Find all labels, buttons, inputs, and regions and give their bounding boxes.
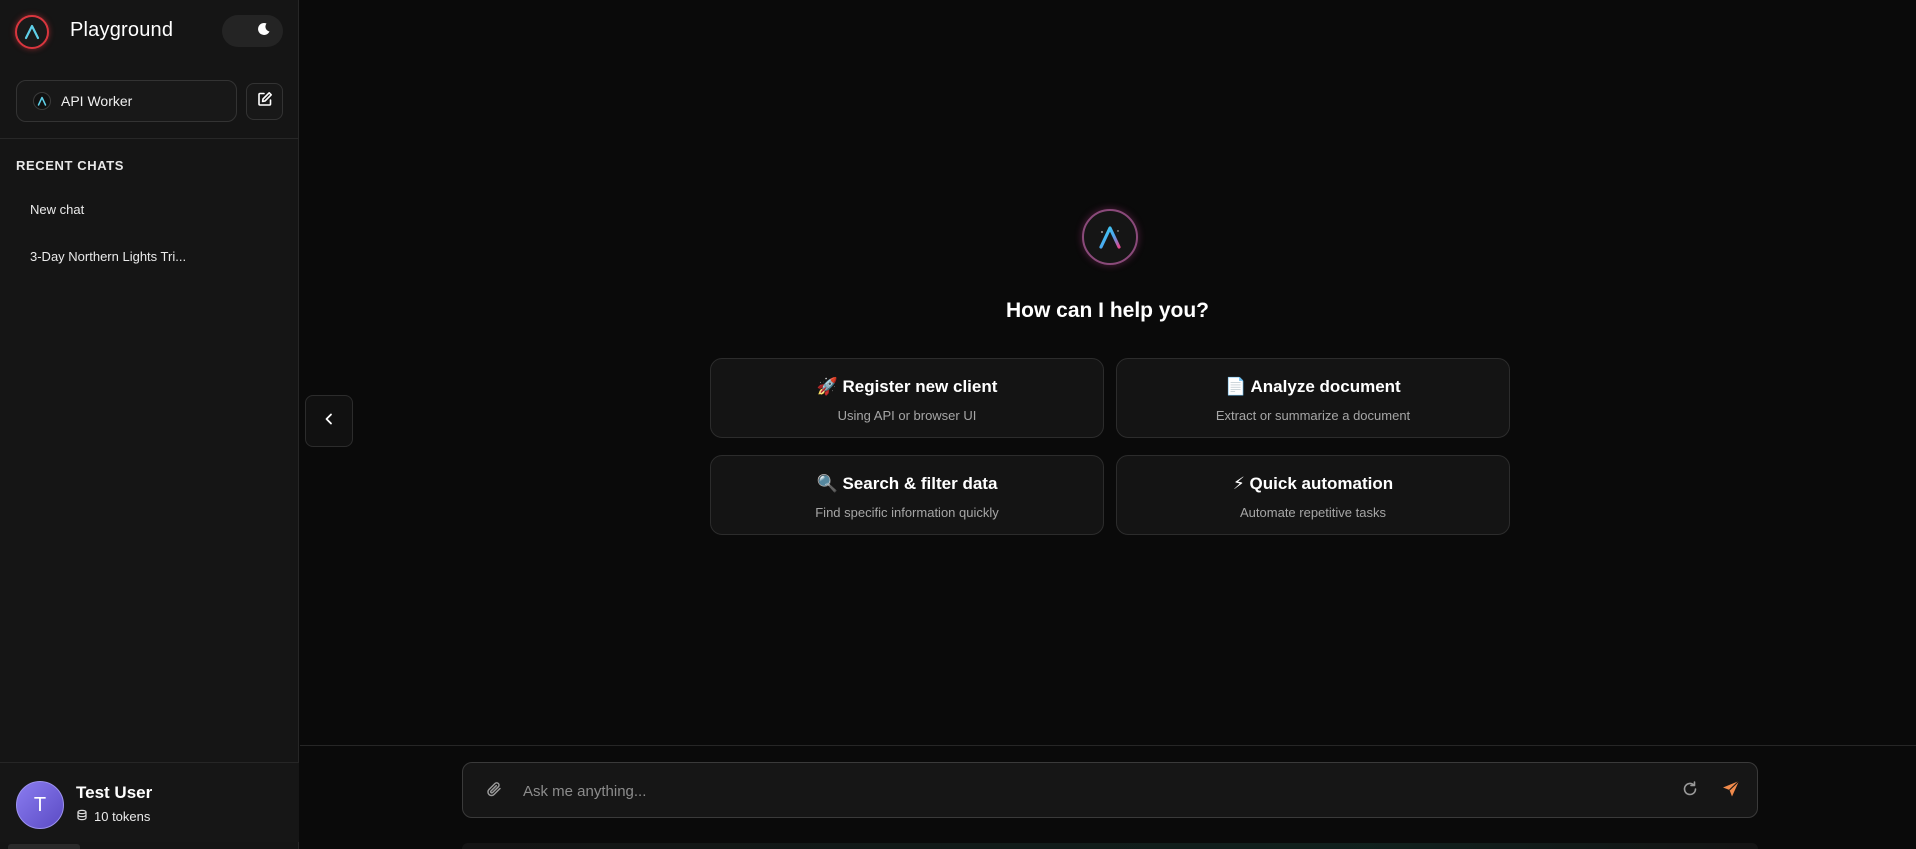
recent-chat-item[interactable]: 3-Day Northern Lights Tri... [16, 238, 282, 274]
coins-icon [76, 809, 94, 824]
recent-chat-item[interactable]: New chat [16, 191, 282, 227]
greeting-heading: How can I help you? [299, 299, 1916, 323]
app-title: Playground [70, 19, 174, 41]
composer-divider [300, 745, 1916, 746]
new-chat-button[interactable] [246, 83, 283, 120]
app-logo-icon[interactable] [15, 15, 49, 49]
recent-chats-heading: RECENT CHATS [16, 158, 125, 173]
suggestion-card-analyze-document[interactable]: 📄 Analyze document Extract or summarize … [1116, 358, 1510, 438]
assistant-hero-logo-icon [1082, 209, 1138, 265]
suggestion-title: ⚡ Quick automation [1232, 474, 1394, 493]
theme-toggle[interactable] [222, 15, 283, 47]
refresh-button[interactable] [1679, 780, 1701, 802]
suggestion-title: 🚀 Register new client [816, 377, 998, 396]
suggestion-card-register-client[interactable]: 🚀 Register new client Using API or brows… [710, 358, 1104, 438]
assistant-label: API Worker [61, 93, 133, 109]
token-count: 10 tokens [94, 809, 151, 824]
suggestion-subtitle: Using API or browser UI [837, 408, 977, 423]
token-balance: 10 tokens [76, 809, 150, 824]
greeting-text: How can I help you? [1005, 299, 1210, 322]
suggestion-subtitle: Automate repetitive tasks [1240, 505, 1386, 520]
sidebar-bottom-handle [8, 844, 80, 849]
chevron-left-icon [322, 412, 336, 431]
paperclip-icon [485, 780, 503, 803]
chat-message-input[interactable] [523, 771, 1623, 811]
avatar[interactable]: T [16, 781, 64, 829]
edit-icon [257, 91, 273, 112]
sidebar: Playground API Worker RECENT CHATS New c… [0, 0, 299, 849]
user-panel[interactable]: T Test User 10 tokens [0, 762, 299, 842]
suggestion-title: 📄 Analyze document [1225, 377, 1401, 396]
composer-bottom-edge [462, 843, 1758, 849]
user-name: Test User [76, 783, 153, 802]
assistant-selector[interactable]: API Worker [16, 80, 237, 122]
moon-icon [257, 22, 271, 41]
suggestion-card-quick-automation[interactable]: ⚡ Quick automation Automate repetitive t… [1116, 455, 1510, 535]
suggestion-subtitle: Extract or summarize a document [1215, 408, 1411, 423]
suggestion-subtitle: Find specific information quickly [815, 505, 999, 520]
send-icon [1721, 779, 1741, 804]
refresh-icon [1681, 780, 1699, 803]
suggestion-title: 🔍 Search & filter data [816, 474, 998, 493]
suggestion-card-search-filter[interactable]: 🔍 Search & filter data Find specific inf… [710, 455, 1104, 535]
send-button[interactable] [1719, 779, 1743, 803]
chat-composer [462, 762, 1758, 818]
sidebar-divider [0, 138, 299, 139]
assistant-logo-icon [33, 92, 51, 110]
collapse-sidebar-button[interactable] [305, 395, 353, 447]
attach-button[interactable] [483, 780, 505, 802]
